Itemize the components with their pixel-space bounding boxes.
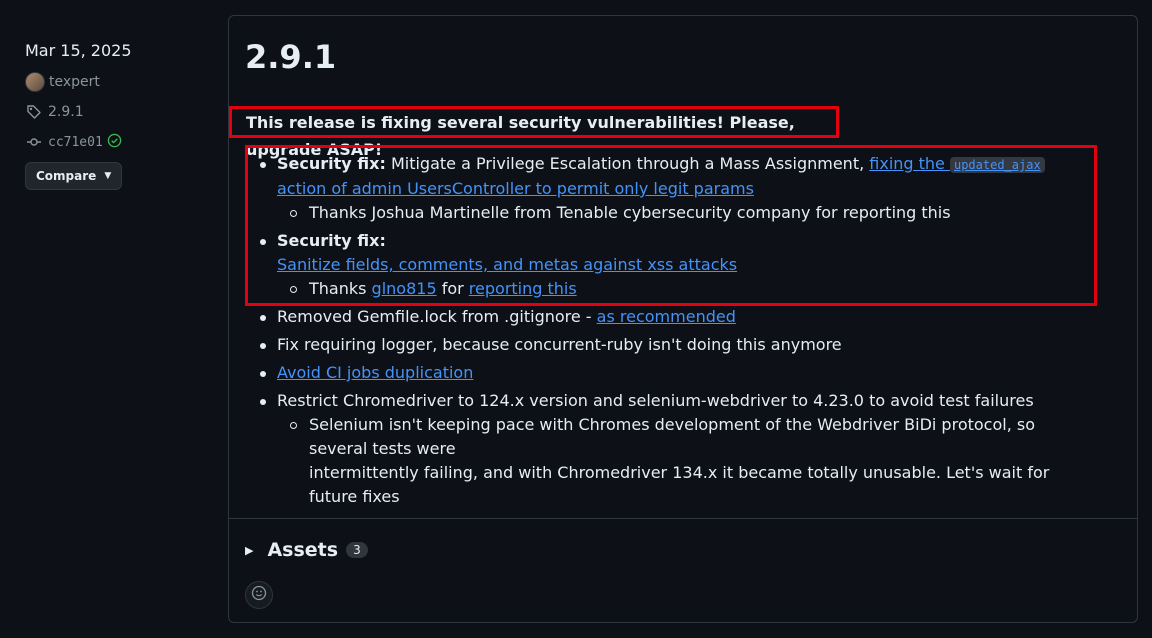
list-item: Removed Gemfile.lock from .gitignore - a… (257, 305, 1087, 329)
recommended-link[interactable]: as recommended (597, 307, 736, 326)
security-notice: This release is fixing several security … (229, 106, 839, 159)
assets-count: 3 (346, 542, 368, 558)
release-title[interactable]: 2.9.1 (245, 38, 336, 76)
triangle-right-icon: ▶ (245, 543, 254, 557)
add-reaction-button[interactable] (245, 581, 273, 609)
ci-link[interactable]: Avoid CI jobs duplication (277, 363, 473, 382)
tag-name[interactable]: 2.9.1 (48, 104, 84, 120)
list-item: Fix requiring logger, because concurrent… (257, 333, 1087, 357)
list-item: Restrict Chromedriver to 124.x version a… (257, 389, 1087, 509)
sub-text: Selenium isn't keeping pace with Chromes… (309, 415, 1035, 458)
sub-list: Thanks Joshua Martinelle from Tenable cy… (277, 201, 1087, 225)
tag-row[interactable]: 2.9.1 (25, 102, 215, 122)
list-item: Avoid CI jobs duplication (257, 361, 1087, 385)
item-bold: Security fix: (277, 154, 386, 173)
sub-list: Thanks glno815 for reporting this (277, 277, 1087, 301)
author-row[interactable]: texpert (25, 72, 215, 92)
report-link[interactable]: reporting this (469, 279, 577, 298)
sub-list-item: Selenium isn't keeping pace with Chromes… (277, 413, 1087, 509)
release-date: Mar 15, 2025 (25, 41, 132, 60)
commit-icon (25, 133, 43, 151)
list-item: Security fix: Sanitize fields, comments,… (257, 229, 1087, 301)
item-bold: Security fix: (277, 231, 386, 250)
release-sidebar: Mar 15, 2025 texpert 2.9.1 cc71e01 Compa… (25, 40, 215, 190)
author-name[interactable]: texpert (49, 74, 100, 90)
sanitize-link[interactable]: Sanitize fields, comments, and metas aga… (277, 255, 737, 274)
assets-toggle[interactable]: ▶ Assets 3 (245, 539, 368, 561)
user-link[interactable]: glno815 (372, 279, 437, 298)
sub-text: Thanks (309, 279, 372, 298)
commit-row[interactable]: cc71e01 (25, 132, 215, 152)
sub-list-item: Thanks Joshua Martinelle from Tenable cy… (277, 201, 1087, 225)
release-notes-list: Security fix: Mitigate a Privilege Escal… (257, 152, 1087, 509)
list-item: Security fix: Mitigate a Privilege Escal… (257, 152, 1087, 225)
divider (229, 518, 1137, 519)
tag-icon (25, 103, 43, 121)
sub-text: intermittently failing, and with Chromed… (309, 463, 1050, 506)
assets-label: Assets (267, 539, 339, 561)
link-text: fixing the (869, 154, 950, 173)
item-text: Mitigate a Privilege Escalation through … (385, 154, 870, 173)
item-text: Removed Gemfile.lock from .gitignore - (277, 307, 597, 326)
inline-code: updated_ajax (949, 157, 1045, 173)
sub-list-item: Thanks glno815 for reporting this (277, 277, 1087, 301)
item-text: Restrict Chromedriver to 124.x version a… (277, 391, 1034, 410)
verified-check-icon[interactable] (107, 133, 122, 152)
caret-down-icon: ▼ (104, 171, 112, 181)
compare-label: Compare (36, 169, 97, 183)
sub-text: for (436, 279, 469, 298)
commit-sha[interactable]: cc71e01 (48, 135, 103, 150)
smiley-icon (251, 585, 267, 605)
sub-list: Selenium isn't keeping pace with Chromes… (277, 413, 1087, 509)
author-avatar[interactable] (25, 72, 45, 92)
compare-button[interactable]: Compare ▼ (25, 162, 123, 190)
link-text: action of admin UsersController to permi… (277, 179, 754, 198)
release-card: 2.9.1 This release is fixing several sec… (228, 15, 1138, 623)
